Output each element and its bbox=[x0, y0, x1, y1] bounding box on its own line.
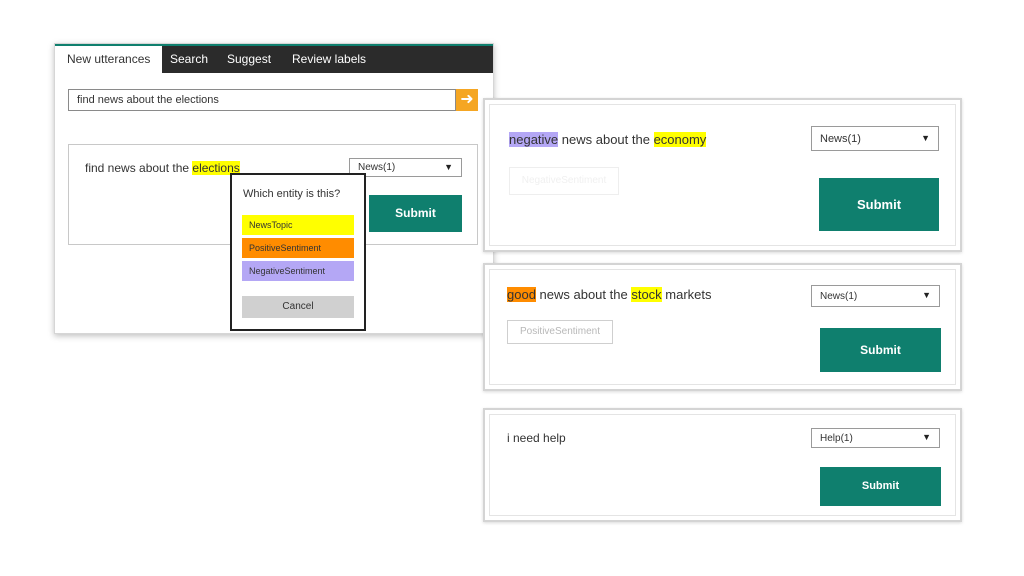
entity-chip-negativesentiment[interactable]: NegativeSentiment bbox=[509, 167, 619, 195]
utterance-plain: news about the bbox=[558, 132, 654, 147]
submit-button[interactable]: Submit bbox=[820, 328, 941, 372]
chevron-down-icon: ▼ bbox=[922, 432, 931, 442]
intent-select-value: News(1) bbox=[820, 133, 861, 145]
submit-button[interactable]: Submit bbox=[820, 467, 941, 506]
popup-title: Which entity is this? bbox=[243, 188, 341, 200]
chevron-down-icon: ▼ bbox=[444, 162, 453, 172]
utterance-text: good news about the stock markets bbox=[507, 285, 712, 305]
utterance-plain: find news about the bbox=[85, 161, 193, 175]
chevron-down-icon: ▼ bbox=[922, 290, 931, 300]
tab-bar: New utterances Search Suggest Review lab… bbox=[55, 44, 493, 73]
entity-highlight-newstopic[interactable]: economy bbox=[653, 132, 707, 147]
submit-button[interactable]: Submit bbox=[819, 178, 939, 231]
entity-option-negativesentiment[interactable]: NegativeSentiment bbox=[242, 261, 354, 281]
arrow-right-icon[interactable]: ➜ bbox=[456, 89, 478, 111]
tab-suggest[interactable]: Suggest bbox=[227, 46, 271, 73]
entity-highlight-newstopic[interactable]: stock bbox=[631, 287, 662, 302]
intent-select-value: News(1) bbox=[820, 291, 858, 302]
chevron-down-icon: ▼ bbox=[921, 133, 930, 143]
search-input[interactable] bbox=[68, 89, 456, 111]
search-row: ➜ bbox=[68, 89, 478, 111]
intent-select-value: Help(1) bbox=[820, 433, 853, 444]
cancel-button[interactable]: Cancel bbox=[242, 296, 354, 318]
utterance-card-help: i need help Help(1) ▼ Submit bbox=[483, 408, 962, 522]
utterance-card-positive: good news about the stock markets News(1… bbox=[483, 263, 962, 391]
utterance-plain: news about the bbox=[535, 287, 632, 302]
entity-chip-positivesentiment[interactable]: PositiveSentiment bbox=[507, 320, 613, 344]
utterance-plain: markets bbox=[661, 287, 712, 302]
entity-option-positivesentiment[interactable]: PositiveSentiment bbox=[242, 238, 354, 258]
tab-search[interactable]: Search bbox=[170, 46, 208, 73]
entity-highlight-positivesentiment[interactable]: good bbox=[507, 287, 536, 302]
tab-review-labels[interactable]: Review labels bbox=[292, 46, 366, 73]
labeling-window: New utterances Search Suggest Review lab… bbox=[54, 43, 494, 334]
intent-select[interactable]: Help(1) ▼ bbox=[811, 428, 940, 448]
entity-option-newstopic[interactable]: NewsTopic bbox=[242, 215, 354, 235]
entity-picker-popup: Which entity is this? NewsTopic Positive… bbox=[230, 173, 366, 331]
intent-select[interactable]: News(1) ▼ bbox=[811, 285, 940, 307]
utterance-card-negative: negative news about the economy News(1) … bbox=[483, 98, 962, 252]
submit-button[interactable]: Submit bbox=[369, 195, 462, 232]
entity-highlight-negativesentiment[interactable]: negative bbox=[509, 132, 559, 147]
intent-select-value: News(1) bbox=[358, 162, 396, 173]
intent-select[interactable]: News(1) ▼ bbox=[811, 126, 939, 151]
utterance-text: negative news about the economy bbox=[509, 129, 707, 151]
utterance-text: i need help bbox=[507, 431, 566, 445]
utterance-text: find news about the elections bbox=[85, 161, 240, 175]
tab-new-utterances[interactable]: New utterances bbox=[55, 46, 163, 73]
